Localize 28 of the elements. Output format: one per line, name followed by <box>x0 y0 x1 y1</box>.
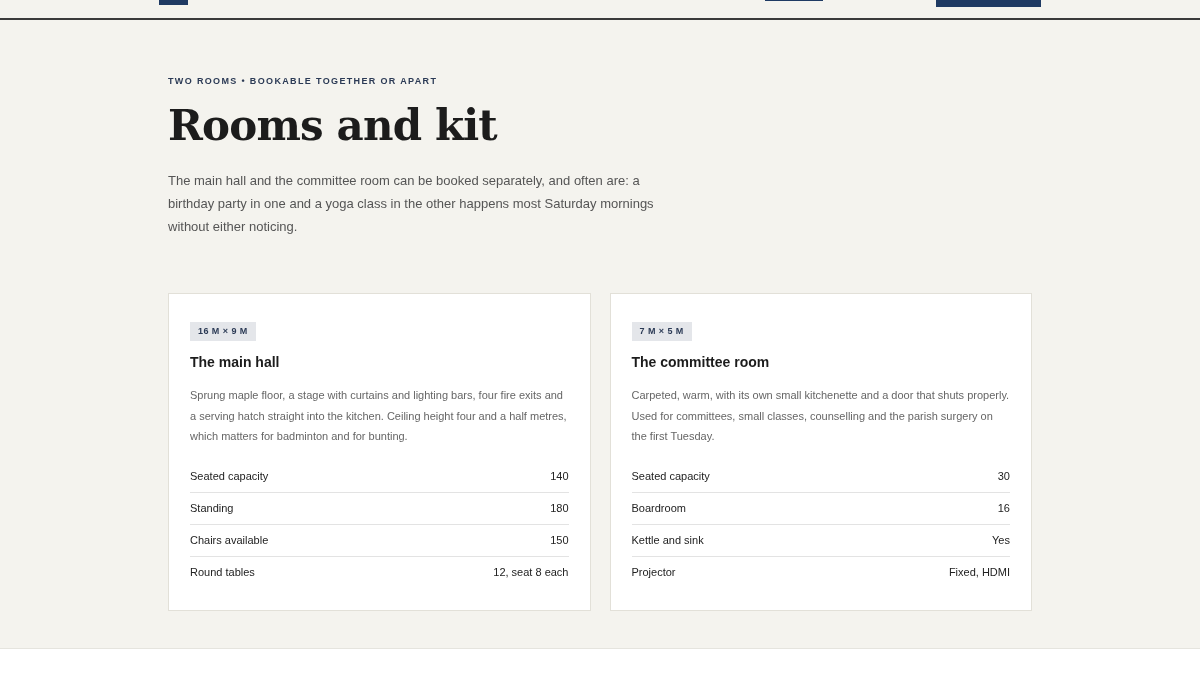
logo-mark[interactable] <box>159 0 188 5</box>
nav-link-underline[interactable] <box>765 0 823 1</box>
size-tag: 16 M × 9 M <box>190 321 256 341</box>
header-button[interactable] <box>936 0 1041 7</box>
size-tag: 7 M × 5 M <box>631 321 692 341</box>
spec-value: 30 <box>997 468 1010 484</box>
spec-label: Seated capacity <box>631 468 710 484</box>
spec-value: 16 <box>997 500 1010 516</box>
spec-label: Projector <box>631 565 676 581</box>
section-title: Rooms and kit <box>168 104 499 147</box>
spec-value: Fixed, HDMI <box>948 565 1010 581</box>
spec-value: 140 <box>550 468 569 484</box>
room-description: Carpeted, warm, with its own small kitchenette and a door that shuts properly. Used for committees, small classes, counselling and the parish surgery on the first Tuesday. <box>631 388 1010 444</box>
spec-label: Seated capacity <box>190 468 269 484</box>
spec-label: Standing <box>190 500 234 516</box>
room-title: The main hall <box>190 353 281 372</box>
intro-paragraph: The main hall and the committee room can be booked separately, and often are: a birthday party in one and a yoga class in the other happens most Saturday mornings without either noticing. <box>168 171 655 236</box>
spec-value: 12, seat 8 each <box>493 565 569 581</box>
spec-label: Round tables <box>190 565 255 581</box>
spec-value: 180 <box>550 500 569 516</box>
eyebrow: TWO ROOMS • BOOKABLE TOGETHER OR APART <box>168 75 439 88</box>
spec-value: Yes <box>992 532 1010 548</box>
room-title: The committee room <box>631 353 771 372</box>
spec-value: 150 <box>550 532 569 548</box>
spec-label: Chairs available <box>190 532 269 548</box>
room-description: Sprung maple floor, a stage with curtains and lighting bars, four fire exits and a serving hatch straight into the kitchen. Ceiling height four and a half metres, which matters for badminton and for bunting. <box>190 388 568 444</box>
spec-label: Boardroom <box>631 500 686 516</box>
spec-label: Kettle and sink <box>631 532 704 548</box>
